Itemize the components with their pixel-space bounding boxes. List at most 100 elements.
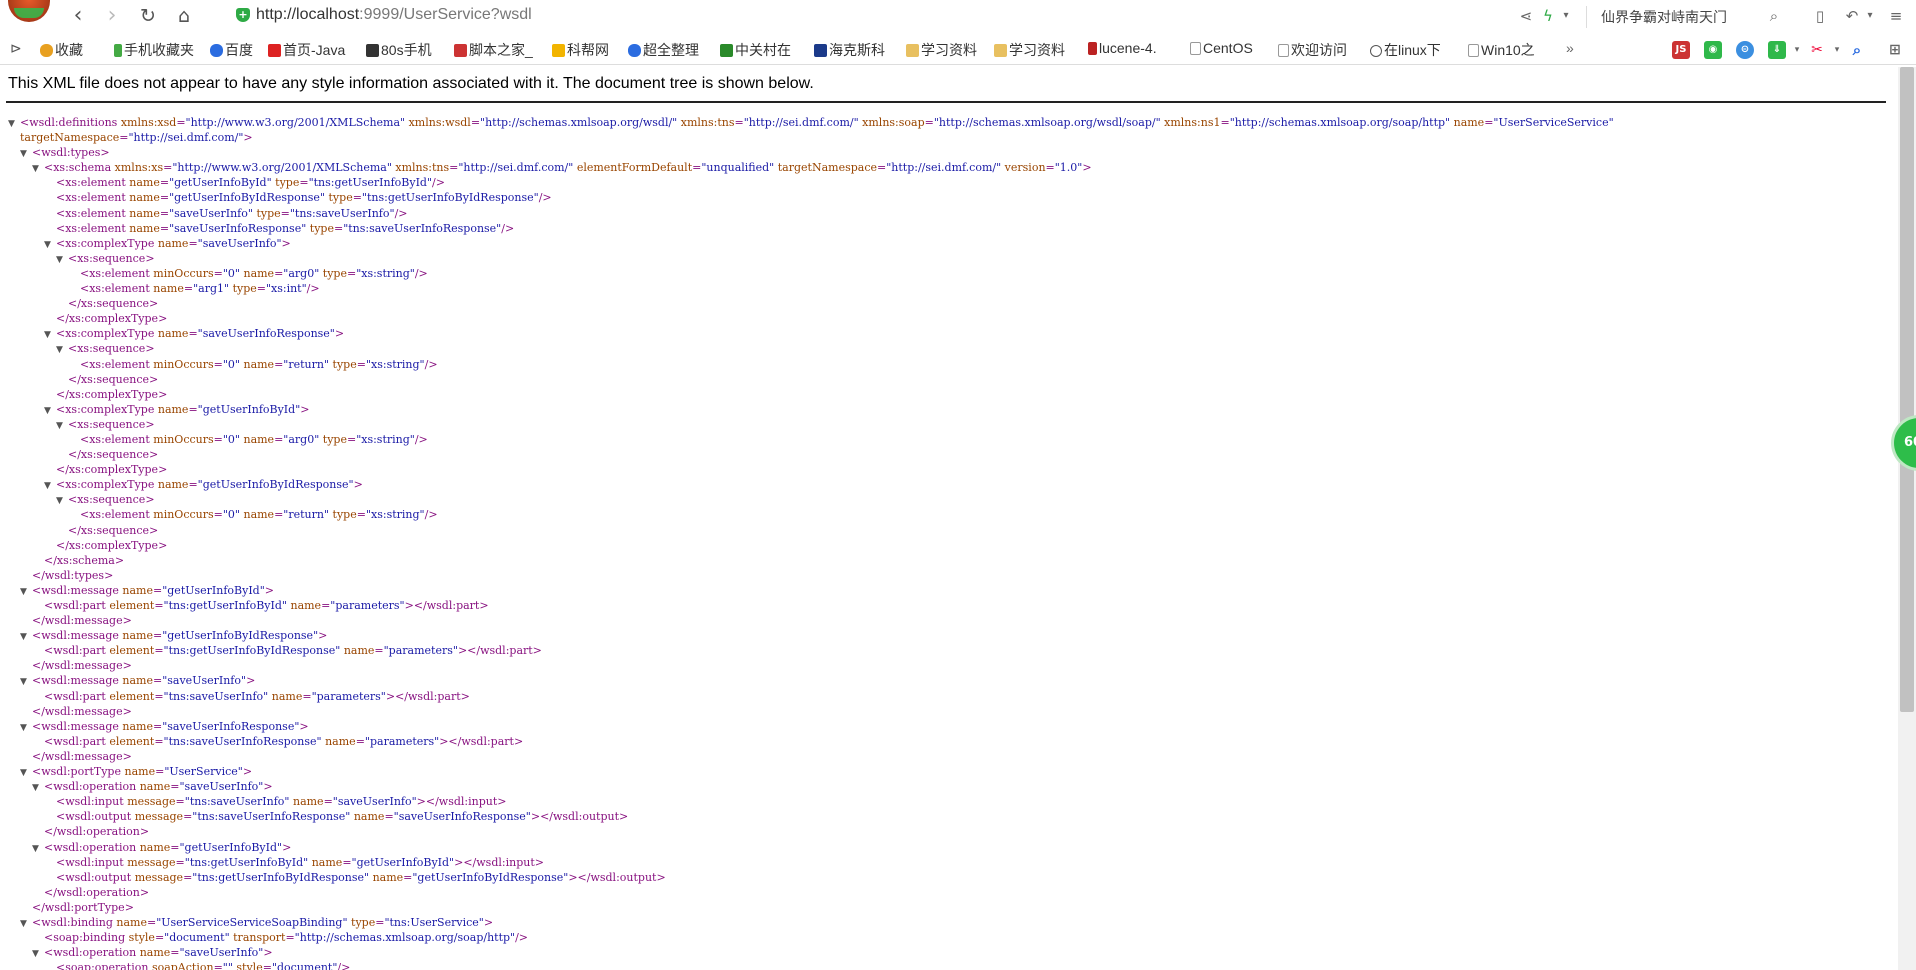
xml-line: </wsdl:operation> — [8, 824, 1614, 839]
xml-tag: = — [146, 915, 157, 929]
reload-icon[interactable]: ↻ — [136, 4, 160, 28]
xml-attr-name: name — [372, 870, 404, 884]
xml-line: <wsdl:input message="tns:getUserInfoById… — [8, 855, 1614, 870]
url-field[interactable]: http://localhost:9999/UserService?wsdl — [256, 6, 532, 24]
search-suggestion-text[interactable]: 仙界争霸对峙南天门 — [1601, 7, 1727, 27]
xml-tag: = — [355, 734, 365, 748]
bookmark-item[interactable]: 海克斯科 — [814, 40, 885, 60]
download-dropdown-icon[interactable]: ▾ — [1788, 41, 1806, 59]
xml-attr-value: "tns:getUserInfoById" — [308, 176, 433, 190]
xml-tag: <wsdl:output — [56, 810, 135, 824]
xml-tag: <xs:complexType — [56, 478, 158, 492]
xml-tag: > — [334, 327, 345, 341]
speed-mode-dropdown-icon[interactable]: ▾ — [1556, 6, 1576, 26]
xml-attr-value: "parameters" — [330, 599, 405, 612]
xml-tag: /> — [337, 961, 351, 970]
bookmark-item[interactable]: 在linux下 — [1370, 40, 1441, 60]
js-extension-icon[interactable]: JS — [1672, 41, 1690, 59]
bookmark-item[interactable]: Win10之 — [1468, 40, 1535, 60]
xml-tag: </xs:sequence> — [68, 372, 159, 386]
forward-icon[interactable]: › — [100, 4, 124, 28]
xml-attr-value: "getUserInfoByIdResponse" — [162, 629, 319, 643]
bookmark-item[interactable]: 超全整理 — [628, 40, 699, 60]
xml-attr-name: type — [322, 432, 347, 446]
browser-logo-icon[interactable] — [8, 0, 50, 22]
xml-attr-value: "getUserInfoByIdResponse" — [169, 191, 326, 205]
bookmark-item[interactable]: 科帮网 — [552, 40, 609, 60]
xml-attr-value: "getUserInfoById" — [351, 855, 455, 869]
xml-tag: = — [374, 644, 384, 658]
bookmark-item[interactable]: 百度 — [210, 40, 253, 60]
xml-tag: /> — [306, 282, 320, 296]
zoom-icon[interactable]: ⌕ — [1848, 41, 1866, 59]
xml-tag: = — [159, 176, 170, 190]
xml-attr-name: name — [243, 508, 275, 522]
xml-tag: /> — [414, 432, 428, 446]
xml-tag: <wsdl:input — [56, 855, 128, 869]
xml-tag: = — [155, 765, 165, 779]
xml-line: <wsdl:part element="tns:saveUserInfoResp… — [8, 734, 1614, 749]
bookmark-item[interactable]: 收藏 — [40, 40, 83, 60]
xml-attr-value: "http://sei.dmf.com/" — [743, 116, 859, 129]
xml-tag: </xs:complexType> — [56, 387, 168, 401]
xml-line: ▼ <wsdl:binding name="UserServiceServiceS… — [8, 915, 1614, 930]
xml-tag: /> — [538, 191, 552, 205]
xml-line: <wsdl:output message="tns:saveUserInfoRe… — [8, 809, 1614, 824]
xml-tag: = — [356, 508, 366, 522]
xml-tag: <wsdl:part — [44, 644, 110, 658]
vertical-scrollbar[interactable] — [1898, 67, 1916, 970]
bookmark-item[interactable]: CentOS — [1190, 40, 1253, 56]
bookmark-item[interactable]: 首页-Java — [268, 40, 345, 60]
bookmark-item[interactable]: 手机收藏夹 — [114, 40, 194, 60]
xml-line: ▼ <xs:complexType name="saveUserInfo"> — [8, 236, 1614, 251]
xml-attr-name: name — [290, 599, 322, 612]
translate-icon[interactable]: ⊝ — [1736, 41, 1754, 59]
xml-tag: <xs:complexType — [56, 236, 158, 250]
home-icon[interactable]: ⌂ — [172, 4, 196, 28]
xml-attr-value: "getUserInfoByIdResponse" — [197, 478, 354, 492]
screenshot-dropdown-icon[interactable]: ▾ — [1828, 41, 1846, 59]
bookmark-item[interactable]: lucene-4. — [1088, 40, 1157, 56]
sidebar-toggle-icon[interactable]: ⊳ — [10, 40, 22, 57]
bookmark-item[interactable]: 80s手机 — [366, 40, 432, 60]
xml-line: ▼ <xs:schema xmlns:xs="http://www.w3.org/… — [8, 160, 1614, 175]
screenshot-icon[interactable]: ✂ — [1808, 41, 1826, 59]
xml-tag: </wsdl:message> — [32, 704, 132, 718]
bookmark-item[interactable]: 欢迎访问 — [1278, 40, 1347, 60]
star-icon — [40, 44, 53, 57]
browser-chrome: ‹ › ↻ ⌂ + http://localhost:9999/UserServ… — [0, 0, 1916, 67]
menu-icon[interactable]: ≡ — [1886, 6, 1906, 26]
xml-attr-name: name — [292, 795, 324, 809]
back-icon[interactable]: ‹ — [66, 4, 90, 28]
undo-dropdown-icon[interactable]: ▾ — [1860, 6, 1880, 26]
share-icon[interactable]: ⋖ — [1516, 6, 1536, 26]
undo-close-icon[interactable]: ↶ — [1842, 6, 1862, 26]
page-icon — [1190, 42, 1201, 55]
apps-grid-icon[interactable]: ⊞ — [1886, 41, 1904, 59]
site-icon — [454, 44, 467, 57]
xml-attr-value: "tns:getUserInfoById" — [184, 855, 309, 869]
film-icon — [366, 44, 379, 57]
xml-tag: ></wsdl:output> — [568, 870, 666, 884]
xml-tag: = — [274, 432, 284, 446]
more-bookmarks-icon[interactable]: » — [1566, 40, 1574, 56]
xml-line: <xs:element minOccurs="0" name="arg0" ty… — [8, 432, 1614, 447]
speed-mode-icon[interactable]: ϟ — [1538, 6, 1558, 26]
xml-tag: = — [352, 191, 362, 205]
download-icon[interactable]: ⇓ — [1768, 41, 1786, 59]
xml-line: </wsdl:message> — [8, 658, 1614, 673]
scrollbar-thumb[interactable] — [1900, 67, 1914, 712]
bookmark-label: 首页-Java — [283, 42, 346, 58]
bookmark-item[interactable]: 脚本之家_ — [454, 40, 533, 60]
xml-tag: > — [1082, 161, 1092, 175]
bookmark-folder[interactable]: 学习资料 — [994, 40, 1065, 60]
search-icon[interactable]: ⌕ — [1764, 6, 1784, 26]
xml-attr-name: message — [127, 855, 176, 869]
xml-tag: <xs:element — [80, 282, 154, 296]
xml-attr-value: "UserServiceServiceSoapBinding" — [156, 915, 348, 929]
mobile-view-icon[interactable]: ▯ — [1810, 6, 1830, 26]
handshake-icon — [552, 44, 565, 57]
bookmark-folder[interactable]: 学习资料 — [906, 40, 977, 60]
wechat-icon[interactable]: ◉ — [1704, 41, 1722, 59]
bookmark-item[interactable]: 中关村在 — [720, 40, 791, 60]
